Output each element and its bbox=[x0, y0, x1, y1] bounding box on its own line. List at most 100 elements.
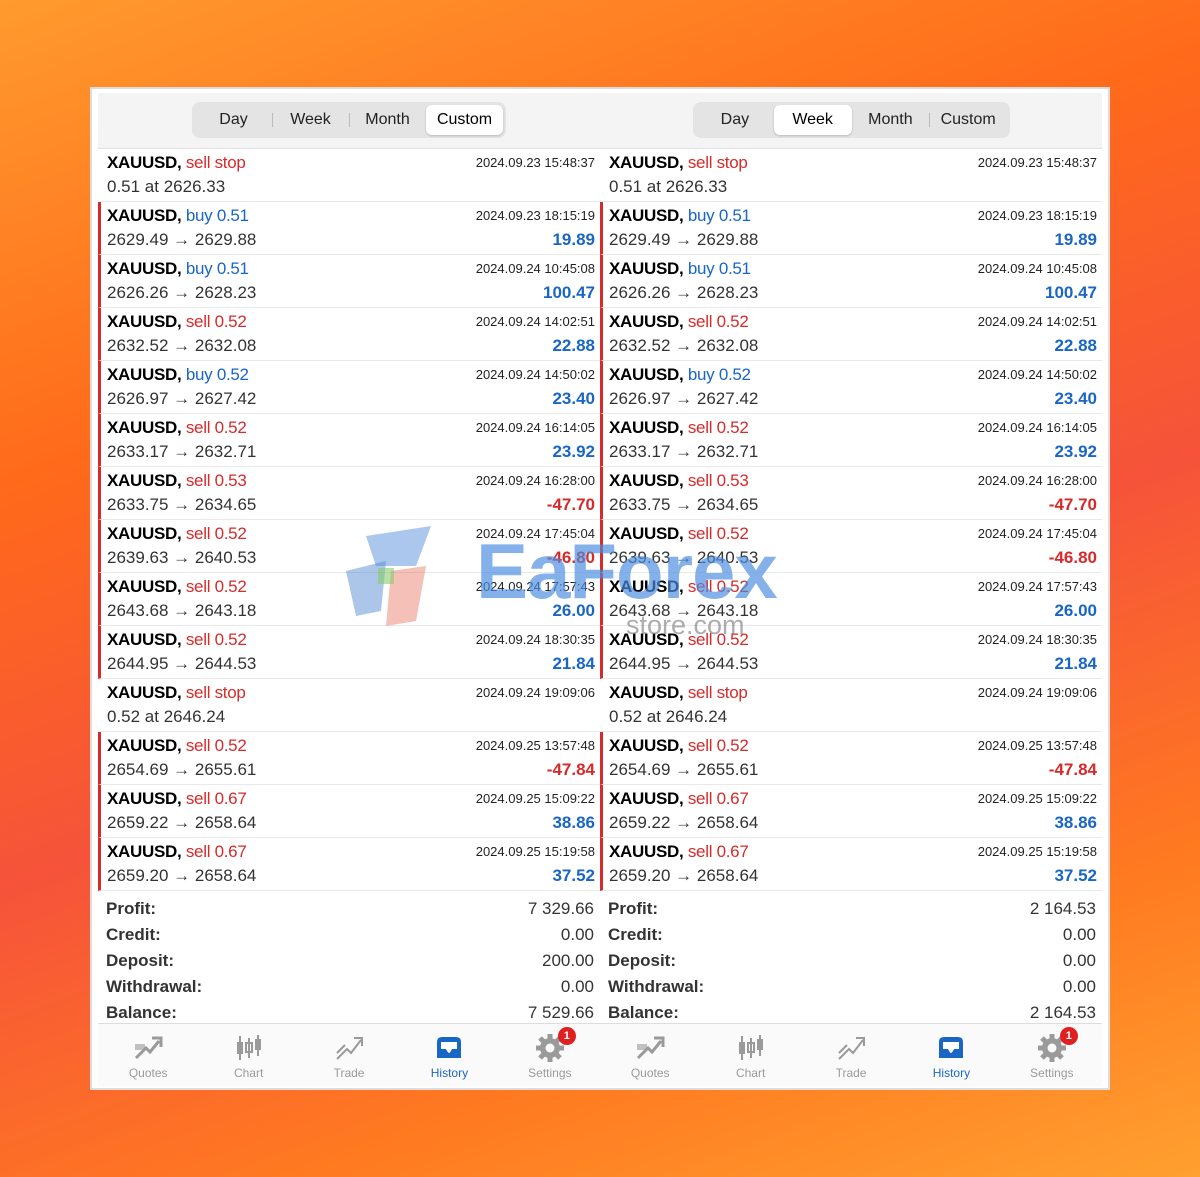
symbol: XAUUSD, bbox=[609, 789, 684, 808]
summary-label: Deposit: bbox=[608, 951, 676, 970]
price-line: 2659.20 → 2658.64 bbox=[107, 866, 257, 885]
trade-profit: -46.80 bbox=[546, 548, 595, 567]
row-title: XAUUSD, sell 0.67 bbox=[609, 842, 749, 862]
tab-settings[interactable]: 1 Settings bbox=[500, 1024, 600, 1086]
trade-type: sell bbox=[185, 471, 211, 490]
tab-history[interactable]: History bbox=[901, 1024, 1001, 1086]
summary-row-withdrawal: Withdrawal: 0.00 bbox=[600, 975, 1102, 1001]
tab-chart[interactable]: Chart bbox=[198, 1024, 298, 1086]
summary-value: 200.00 bbox=[542, 951, 594, 970]
trade-time: 2024.09.24 17:45:04 bbox=[977, 526, 1097, 541]
account-summary: Profit: 7 329.66 Credit: 0.00 Deposit: 200.00… bbox=[98, 891, 600, 1027]
deal-row[interactable]: XAUUSD, sell 0.52 2643.68 → 2643.18 2024.0… bbox=[600, 573, 1102, 626]
row-title: XAUUSD, buy 0.51 bbox=[609, 259, 751, 279]
symbol: XAUUSD, bbox=[609, 418, 684, 437]
price-line: 0.52 at 2646.24 bbox=[609, 707, 728, 726]
segment-day[interactable]: Day bbox=[696, 105, 774, 135]
deal-row[interactable]: XAUUSD, sell 0.67 2659.22 → 2658.64 2024.0… bbox=[600, 785, 1102, 838]
row-title: XAUUSD, sell 0.52 bbox=[609, 418, 749, 438]
price-line: 2654.69 → 2655.61 bbox=[107, 760, 257, 779]
trade-type: sell bbox=[687, 577, 713, 596]
row-title: XAUUSD, buy 0.52 bbox=[107, 365, 249, 385]
deal-row[interactable]: XAUUSD, sell 0.52 2644.95 → 2644.53 2024.0… bbox=[98, 626, 600, 679]
segment-day[interactable]: Day bbox=[195, 105, 272, 135]
summary-row-deposit: Deposit: 200.00 bbox=[98, 949, 600, 975]
quotes-icon bbox=[132, 1032, 164, 1064]
order-row[interactable]: XAUUSD, sell stop 0.51 at 2626.33 2024.09.… bbox=[98, 149, 600, 202]
deal-row[interactable]: XAUUSD, buy 0.52 2626.97 → 2627.42 2024.09… bbox=[98, 361, 600, 414]
summary-label: Profit: bbox=[106, 899, 157, 918]
trade-profit: 22.88 bbox=[1054, 336, 1097, 355]
summary-value: 0.00 bbox=[1062, 925, 1096, 944]
tab-trade[interactable]: Trade bbox=[801, 1024, 901, 1086]
deal-row[interactable]: XAUUSD, sell 0.52 2633.17 → 2632.71 2024.0… bbox=[600, 414, 1102, 467]
deal-row[interactable]: XAUUSD, sell 0.67 2659.20 → 2658.64 2024.0… bbox=[98, 838, 600, 891]
deal-row[interactable]: XAUUSD, sell 0.52 2643.68 → 2643.18 2024.0… bbox=[98, 573, 600, 626]
symbol: XAUUSD, bbox=[107, 842, 182, 861]
row-title: XAUUSD, sell 0.52 bbox=[609, 577, 749, 597]
trade-volume: 0.52 bbox=[214, 736, 247, 755]
segment-week[interactable]: Week bbox=[272, 105, 349, 135]
trade-volume: 0.51 bbox=[718, 259, 751, 278]
trade-time: 2024.09.24 10:45:08 bbox=[977, 261, 1097, 276]
trade-volume: 0.52 bbox=[716, 736, 749, 755]
deal-row[interactable]: XAUUSD, sell 0.53 2633.75 → 2634.65 2024.0… bbox=[98, 467, 600, 520]
symbol: XAUUSD, bbox=[107, 259, 182, 278]
trade-profit: 21.84 bbox=[1054, 654, 1097, 673]
deal-row[interactable]: XAUUSD, buy 0.51 2626.26 → 2628.23 2024.09… bbox=[98, 255, 600, 308]
tab-quotes[interactable]: Quotes bbox=[600, 1024, 700, 1086]
deal-row[interactable]: XAUUSD, sell 0.52 2633.17 → 2632.71 2024.0… bbox=[98, 414, 600, 467]
deal-row[interactable]: XAUUSD, sell 0.52 2639.63 → 2640.53 2024.0… bbox=[600, 520, 1102, 573]
trade-type: buy bbox=[687, 365, 715, 384]
trade-volume: 0.53 bbox=[214, 471, 247, 490]
segment-custom[interactable]: Custom bbox=[929, 105, 1007, 135]
row-title: XAUUSD, sell 0.52 bbox=[107, 524, 247, 544]
order-row[interactable]: XAUUSD, sell stop 0.51 at 2626.33 2024.09.… bbox=[600, 149, 1102, 202]
deal-row[interactable]: XAUUSD, sell 0.52 2654.69 → 2655.61 2024.0… bbox=[600, 732, 1102, 785]
deal-row[interactable]: XAUUSD, sell 0.67 2659.22 → 2658.64 2024.0… bbox=[98, 785, 600, 838]
price-line: 2626.97 → 2627.42 bbox=[609, 389, 759, 408]
tab-quotes[interactable]: Quotes bbox=[98, 1024, 198, 1086]
trade-volume: 0.52 bbox=[214, 418, 247, 437]
trade-volume: 0.52 bbox=[214, 312, 247, 331]
trade-time: 2024.09.24 14:50:02 bbox=[475, 367, 595, 382]
row-title: XAUUSD, sell 0.52 bbox=[609, 630, 749, 650]
tab-trade[interactable]: Trade bbox=[299, 1024, 399, 1086]
deal-row[interactable]: XAUUSD, buy 0.51 2629.49 → 2629.88 2024.09… bbox=[600, 202, 1102, 255]
trade-type: sell bbox=[687, 842, 713, 861]
screenshot-frame: Day Week Month Custom XAUUSD, sell stop 0.51 … bbox=[90, 87, 1110, 1090]
deal-row[interactable]: XAUUSD, sell 0.52 2644.95 → 2644.53 2024.0… bbox=[600, 626, 1102, 679]
tab-chart[interactable]: Chart bbox=[700, 1024, 800, 1086]
order-row[interactable]: XAUUSD, sell stop 0.52 at 2646.24 2024.09.… bbox=[98, 679, 600, 732]
trade-type: sell bbox=[185, 736, 211, 755]
segment-week[interactable]: Week bbox=[773, 105, 852, 135]
deal-row[interactable]: XAUUSD, buy 0.51 2626.26 → 2628.23 2024.09… bbox=[600, 255, 1102, 308]
deal-row[interactable]: XAUUSD, sell 0.52 2639.63 → 2640.53 2024.0… bbox=[98, 520, 600, 573]
deal-row[interactable]: XAUUSD, sell 0.52 2632.52 → 2632.08 2024.0… bbox=[98, 308, 600, 361]
tab-history[interactable]: History bbox=[399, 1024, 499, 1086]
order-row[interactable]: XAUUSD, sell stop 0.52 at 2646.24 2024.09.… bbox=[600, 679, 1102, 732]
history-tray-icon bbox=[433, 1032, 465, 1064]
trade-time: 2024.09.25 13:57:48 bbox=[977, 738, 1097, 753]
deal-row[interactable]: XAUUSD, sell 0.52 2632.52 → 2632.08 2024.0… bbox=[600, 308, 1102, 361]
segment-month[interactable]: Month bbox=[852, 105, 930, 135]
summary-row-credit: Credit: 0.00 bbox=[98, 923, 600, 949]
deal-row[interactable]: XAUUSD, sell 0.52 2654.69 → 2655.61 2024.0… bbox=[98, 732, 600, 785]
price-line: 2654.69 → 2655.61 bbox=[609, 760, 759, 779]
deal-row[interactable]: XAUUSD, sell 0.53 2633.75 → 2634.65 2024.0… bbox=[600, 467, 1102, 520]
symbol: XAUUSD, bbox=[107, 630, 182, 649]
candlestick-chart-icon bbox=[735, 1032, 767, 1064]
segment-custom[interactable]: Custom bbox=[426, 105, 503, 135]
trade-type: sell bbox=[687, 630, 713, 649]
summary-label: Deposit: bbox=[106, 951, 174, 970]
deal-row[interactable]: XAUUSD, sell 0.67 2659.20 → 2658.64 2024.0… bbox=[600, 838, 1102, 891]
symbol: XAUUSD, bbox=[609, 365, 684, 384]
deal-row[interactable]: XAUUSD, buy 0.51 2629.49 → 2629.88 2024.09… bbox=[98, 202, 600, 255]
tab-label: Quotes bbox=[128, 1066, 168, 1080]
trade-type: sell bbox=[185, 630, 211, 649]
row-title: XAUUSD, sell 0.53 bbox=[609, 471, 749, 491]
segment-month[interactable]: Month bbox=[349, 105, 426, 135]
tab-settings[interactable]: 1 Settings bbox=[1002, 1024, 1102, 1086]
history-tray-icon bbox=[935, 1032, 967, 1064]
deal-row[interactable]: XAUUSD, buy 0.52 2626.97 → 2627.42 2024.09… bbox=[600, 361, 1102, 414]
